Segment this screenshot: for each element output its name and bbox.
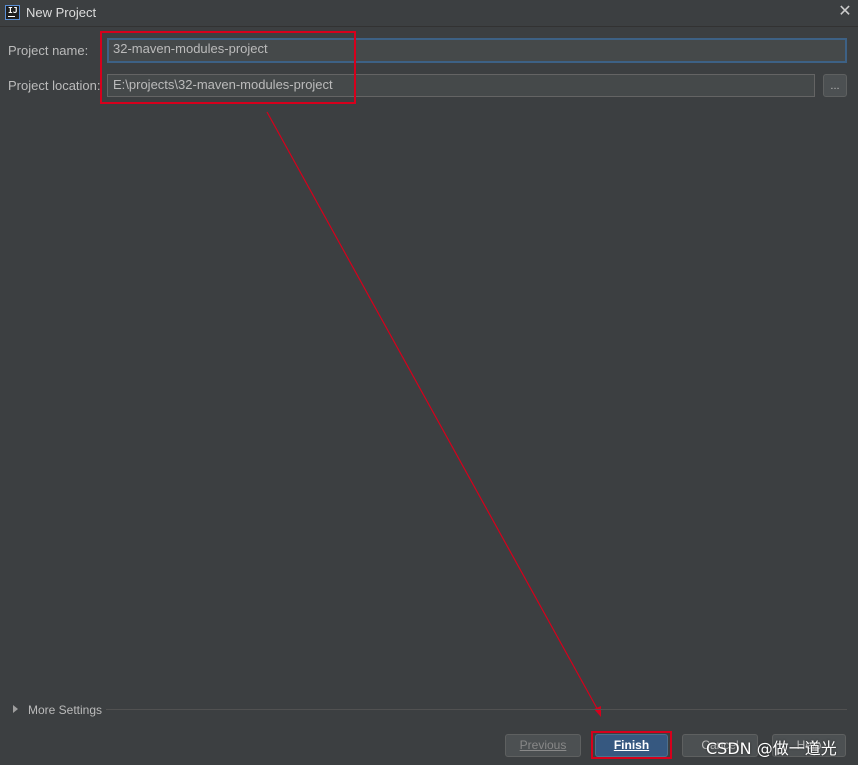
previous-button-label: Previous (519, 738, 567, 752)
annotation-arrow (266, 111, 601, 717)
cancel-button[interactable]: Cancel (682, 734, 758, 757)
help-button-label: Help (796, 738, 822, 752)
previous-button[interactable]: Previous (505, 734, 581, 757)
project-location-label: Project location: (8, 78, 101, 93)
triangle-right-icon (13, 705, 18, 713)
cancel-button-label: Cancel (701, 738, 739, 752)
app-icon-text: IJ (8, 6, 18, 15)
finish-button[interactable]: Finish (595, 734, 668, 757)
finish-button-label: Finish (613, 738, 650, 752)
help-button[interactable]: Help (772, 734, 846, 757)
project-location-input[interactable]: E:\projects\32-maven-modules-project (107, 74, 815, 97)
project-name-label: Project name: (8, 43, 89, 58)
intellij-idea-icon: IJ (5, 5, 20, 20)
project-name-input[interactable]: 32-maven-modules-project (107, 38, 847, 63)
more-settings-label: More Settings (28, 703, 103, 717)
title-bar: IJ New Project ✕ (0, 0, 858, 27)
dialog-title: New Project (26, 5, 97, 20)
browse-location-button[interactable]: ... (823, 74, 847, 97)
new-project-dialog: IJ New Project ✕ Project name: 32-maven-… (0, 0, 858, 765)
more-settings-divider (106, 709, 847, 710)
close-icon[interactable]: ✕ (836, 3, 854, 21)
